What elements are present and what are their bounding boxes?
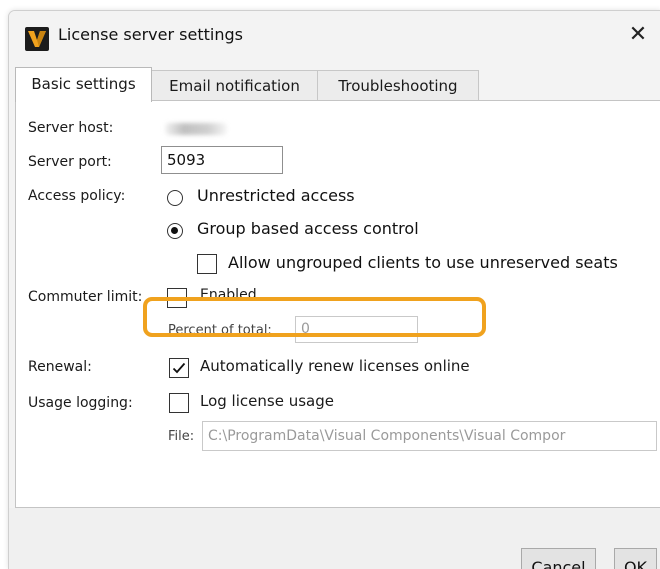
basic-settings-panel: Server host: Server port: 5093 Access po…	[15, 100, 660, 508]
checkmark-icon	[172, 362, 186, 374]
renewal-label: Renewal:	[28, 359, 92, 375]
log-usage-checkbox[interactable]	[169, 393, 189, 413]
close-icon[interactable]: ✕	[621, 21, 655, 51]
server-host-value-obscured	[165, 123, 227, 135]
group-access-label[interactable]: Group based access control	[197, 219, 419, 238]
percent-of-total-label: Percent of total:	[168, 323, 272, 338]
tab-basic-settings[interactable]: Basic settings	[15, 67, 152, 102]
ok-button[interactable]: OK	[614, 548, 657, 569]
usage-logging-label: Usage logging:	[28, 395, 133, 411]
server-host-label: Server host:	[28, 120, 114, 136]
title-bar: License server settings ✕	[9, 11, 660, 61]
commuter-limit-label: Commuter limit:	[28, 289, 143, 305]
access-policy-label: Access policy:	[28, 188, 126, 204]
tab-troubleshooting[interactable]: Troubleshooting	[317, 70, 479, 101]
visual-components-logo-icon	[25, 27, 49, 51]
server-port-label: Server port:	[28, 154, 112, 170]
unrestricted-access-label[interactable]: Unrestricted access	[197, 186, 355, 205]
group-access-radio[interactable]	[167, 223, 183, 239]
server-port-input[interactable]: 5093	[161, 146, 283, 174]
license-server-settings-dialog: License server settings ✕ Basic settings…	[8, 10, 660, 569]
log-file-path-input[interactable]: C:\ProgramData\Visual Components\Visual …	[202, 421, 657, 451]
radio-selected-dot	[171, 227, 178, 234]
cancel-button[interactable]: Cancel	[521, 548, 596, 569]
window-title: License server settings	[58, 25, 243, 44]
tab-email-notification[interactable]: Email notification	[151, 70, 318, 101]
file-label: File:	[168, 429, 195, 444]
auto-renew-label[interactable]: Automatically renew licenses online	[200, 357, 470, 375]
allow-ungrouped-label[interactable]: Allow ungrouped clients to use unreserve…	[228, 253, 618, 272]
log-usage-label[interactable]: Log license usage	[200, 392, 334, 410]
allow-ungrouped-checkbox[interactable]	[197, 254, 217, 274]
unrestricted-access-radio[interactable]	[167, 190, 183, 206]
dialog-footer: Cancel OK	[9, 508, 660, 569]
commuter-enabled-label[interactable]: Enabled	[200, 287, 257, 303]
dialog-body: Basic settings Email notification Troubl…	[9, 61, 660, 569]
auto-renew-checkbox[interactable]	[169, 358, 189, 378]
commuter-enabled-checkbox[interactable]	[167, 288, 187, 308]
percent-of-total-input[interactable]: 0	[295, 316, 418, 343]
